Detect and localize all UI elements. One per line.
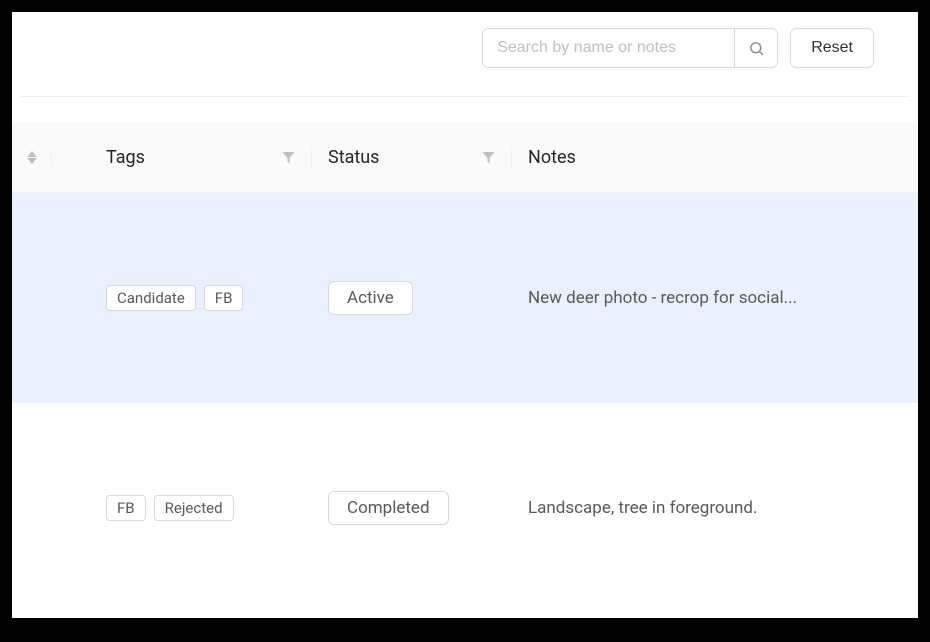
- column-header-tags[interactable]: Tags: [52, 147, 312, 168]
- sort-icon: [27, 151, 37, 164]
- divider: [20, 96, 910, 97]
- table-header: Tags Status Notes: [12, 123, 918, 193]
- status-badge[interactable]: Completed: [328, 491, 449, 525]
- column-label: Tags: [106, 147, 145, 168]
- cell-tags: FB Rejected: [52, 495, 312, 521]
- cell-status: Active: [312, 281, 512, 315]
- table-row[interactable]: FB Rejected Completed Landscape, tree in…: [12, 403, 918, 613]
- filter-icon: [282, 152, 295, 164]
- filter-icon: [482, 152, 495, 164]
- tag[interactable]: Candidate: [106, 285, 196, 311]
- status-badge[interactable]: Active: [328, 281, 413, 315]
- cell-notes: Landscape, tree in foreground.: [512, 498, 918, 518]
- toolbar: Reset: [12, 12, 918, 84]
- table-row[interactable]: Candidate FB Active New deer photo - rec…: [12, 193, 918, 403]
- search-group: [482, 28, 778, 68]
- tag[interactable]: FB: [106, 495, 146, 521]
- cell-status: Completed: [312, 491, 512, 525]
- column-sort[interactable]: [12, 151, 52, 164]
- table: Tags Status Notes Candidate FB: [12, 123, 918, 613]
- search-input[interactable]: [482, 28, 734, 68]
- tag[interactable]: FB: [204, 285, 244, 311]
- search-button[interactable]: [734, 28, 778, 68]
- column-label: Status: [328, 147, 379, 168]
- search-icon: [748, 40, 765, 57]
- reset-button[interactable]: Reset: [790, 28, 874, 68]
- cell-tags: Candidate FB: [52, 285, 312, 311]
- column-label: Notes: [528, 147, 576, 168]
- column-header-notes[interactable]: Notes: [512, 147, 918, 168]
- column-header-status[interactable]: Status: [312, 147, 512, 168]
- cell-notes: New deer photo - recrop for social...: [512, 288, 918, 308]
- tag[interactable]: Rejected: [154, 495, 234, 521]
